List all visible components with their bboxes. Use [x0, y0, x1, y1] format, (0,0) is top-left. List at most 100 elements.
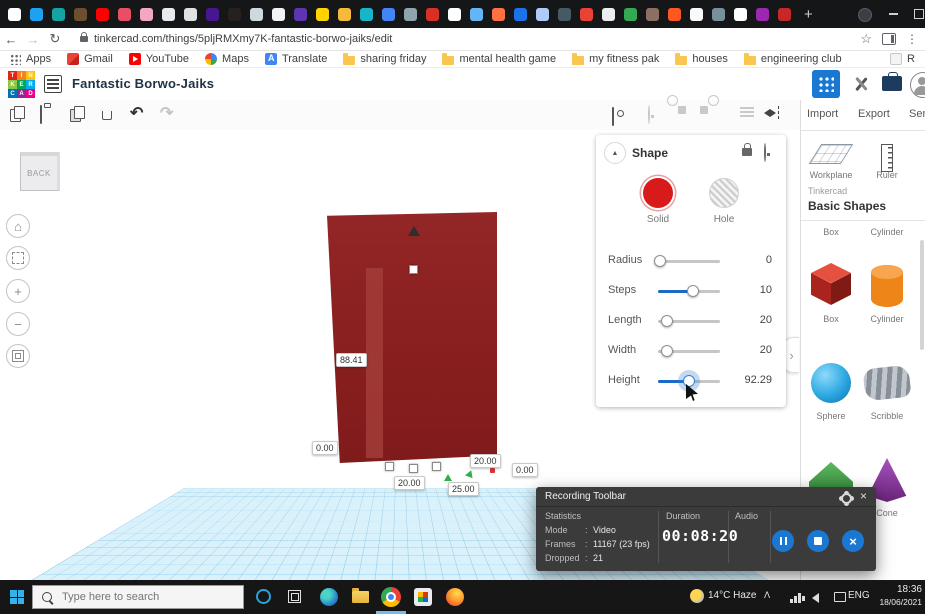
- scale-handle-bottom-right[interactable]: [432, 462, 441, 471]
- tab-favicon[interactable]: [206, 8, 219, 21]
- steps-slider[interactable]: [658, 290, 720, 293]
- tab-favicon[interactable]: [712, 8, 725, 21]
- tab-favicon[interactable]: [602, 8, 615, 21]
- dim-label-z2[interactable]: 0.00: [512, 463, 538, 477]
- home-view-button[interactable]: ⌂: [6, 214, 30, 238]
- fit-view-button[interactable]: [6, 246, 30, 270]
- file-explorer-taskbar-icon[interactable]: [352, 591, 369, 603]
- back-icon[interactable]: ←: [0, 32, 22, 47]
- box-shape[interactable]: [327, 212, 497, 463]
- network-icon[interactable]: [834, 592, 846, 602]
- tab-favicon[interactable]: [382, 8, 395, 21]
- solid-option[interactable]: [643, 178, 673, 208]
- pause-recording-button[interactable]: [772, 530, 794, 552]
- steps-value[interactable]: 10: [720, 284, 772, 296]
- design-title[interactable]: Fantastic Borwo-Jaiks: [72, 76, 214, 91]
- tinkercad-logo[interactable]: TINKERCAD: [8, 71, 35, 98]
- weather-text[interactable]: 14°C Haze: [708, 590, 756, 601]
- bookmark-item[interactable]: YouTube: [129, 53, 189, 65]
- edge-taskbar-icon[interactable]: [320, 588, 338, 606]
- office-taskbar-icon[interactable]: [414, 588, 432, 606]
- dim-label-height[interactable]: 88.41: [336, 353, 367, 367]
- tab-favicon[interactable]: [250, 8, 263, 21]
- cancel-recording-button[interactable]: ×: [842, 530, 864, 552]
- tab-favicon[interactable]: [96, 8, 109, 21]
- task-view-button[interactable]: [288, 590, 301, 603]
- window-minimize-button[interactable]: [880, 0, 906, 28]
- bookmark-item[interactable]: R: [890, 53, 915, 65]
- shape-item-box[interactable]: Box: [803, 258, 859, 324]
- panel-scrollbar[interactable]: [920, 240, 924, 350]
- bookmark-item[interactable]: Maps: [205, 53, 249, 65]
- tab-favicon[interactable]: [514, 8, 527, 21]
- view-cube[interactable]: BACK: [20, 152, 60, 191]
- tab-favicon[interactable]: [74, 8, 87, 21]
- blocks-view-button[interactable]: [812, 70, 840, 98]
- tray-expand-chevron[interactable]: ᐱ: [764, 590, 770, 601]
- tab-favicon[interactable]: [778, 8, 791, 21]
- hole-option[interactable]: [709, 178, 739, 208]
- designs-menu-icon[interactable]: [44, 75, 62, 93]
- tab-favicon[interactable]: [668, 8, 681, 21]
- tab-favicon[interactable]: [646, 8, 659, 21]
- tab-favicon[interactable]: [404, 8, 417, 21]
- tab-favicon[interactable]: [536, 8, 549, 21]
- inspector-collapse-button[interactable]: ▲: [604, 142, 626, 164]
- height-slider[interactable]: [658, 380, 720, 383]
- cortana-button[interactable]: [256, 589, 271, 604]
- browser-menu-icon[interactable]: ⋮: [906, 32, 919, 46]
- slider-knob[interactable]: [661, 315, 673, 327]
- bookmark-star-icon[interactable]: ☆: [860, 31, 872, 47]
- dim-label-width[interactable]: 20.00: [394, 476, 425, 490]
- workplane-tool[interactable]: [803, 144, 859, 164]
- scale-handle-top[interactable]: [409, 265, 418, 274]
- search-input[interactable]: [60, 590, 224, 604]
- forward-icon[interactable]: →: [22, 32, 44, 47]
- tab-favicon[interactable]: [294, 8, 307, 21]
- shapes-category-dropdown[interactable]: Basic Shapes: [808, 199, 886, 213]
- import-button[interactable]: Import: [807, 108, 838, 120]
- tab-favicon[interactable]: [470, 8, 483, 21]
- briefcase-icon[interactable]: [882, 76, 902, 91]
- dim-label-depth[interactable]: 20.00: [470, 454, 501, 468]
- tab-favicon[interactable]: [360, 8, 373, 21]
- tab-favicon[interactable]: [734, 8, 747, 21]
- tab-favicon[interactable]: [338, 8, 351, 21]
- bookmark-item[interactable]: mental health game: [442, 53, 556, 65]
- stop-recording-button[interactable]: [807, 530, 829, 552]
- length-value[interactable]: 20: [720, 314, 772, 326]
- width-slider[interactable]: [658, 350, 720, 353]
- scale-handle-bottom-mid[interactable]: [409, 464, 418, 473]
- shape-item-scribble[interactable]: Scribble: [859, 355, 915, 421]
- perspective-toggle-button[interactable]: [6, 344, 30, 368]
- zoom-in-button[interactable]: +: [6, 279, 30, 303]
- bookmark-item[interactable]: Translate: [265, 53, 327, 65]
- dim-label-z[interactable]: 0.00: [312, 441, 338, 455]
- user-avatar[interactable]: [910, 72, 925, 98]
- url-text[interactable]: tinkercad.com/things/5pljRMXmy7K-fantast…: [94, 33, 392, 45]
- tab-favicon[interactable]: [272, 8, 285, 21]
- slider-knob[interactable]: [661, 345, 673, 357]
- recorder-settings-icon[interactable]: [841, 493, 852, 504]
- tab-favicon[interactable]: [756, 8, 769, 21]
- tab-favicon[interactable]: [492, 8, 505, 21]
- refresh-icon[interactable]: ↻: [44, 31, 66, 47]
- tab-favicon[interactable]: [624, 8, 637, 21]
- rotate-handle[interactable]: [408, 226, 420, 236]
- recorder-close-icon[interactable]: ×: [860, 489, 867, 503]
- dim-label-offset[interactable]: 25.00: [448, 482, 479, 496]
- tab-favicon[interactable]: [558, 8, 571, 21]
- weather-icon[interactable]: [690, 589, 704, 603]
- tools-icon[interactable]: [852, 75, 870, 93]
- window-maximize-button[interactable]: [906, 0, 925, 28]
- export-button[interactable]: Export: [858, 108, 890, 120]
- view-properties-button[interactable]: [612, 108, 614, 126]
- length-slider[interactable]: [658, 320, 720, 323]
- redo-button[interactable]: ↷: [160, 103, 173, 123]
- tab-favicon[interactable]: [162, 8, 175, 21]
- side-panel-icon[interactable]: [882, 33, 896, 45]
- bookmark-item[interactable]: sharing friday: [343, 53, 426, 65]
- ruler-tool[interactable]: [859, 144, 915, 172]
- new-tab-button[interactable]: +: [804, 7, 813, 22]
- language-indicator[interactable]: ENG: [848, 590, 870, 601]
